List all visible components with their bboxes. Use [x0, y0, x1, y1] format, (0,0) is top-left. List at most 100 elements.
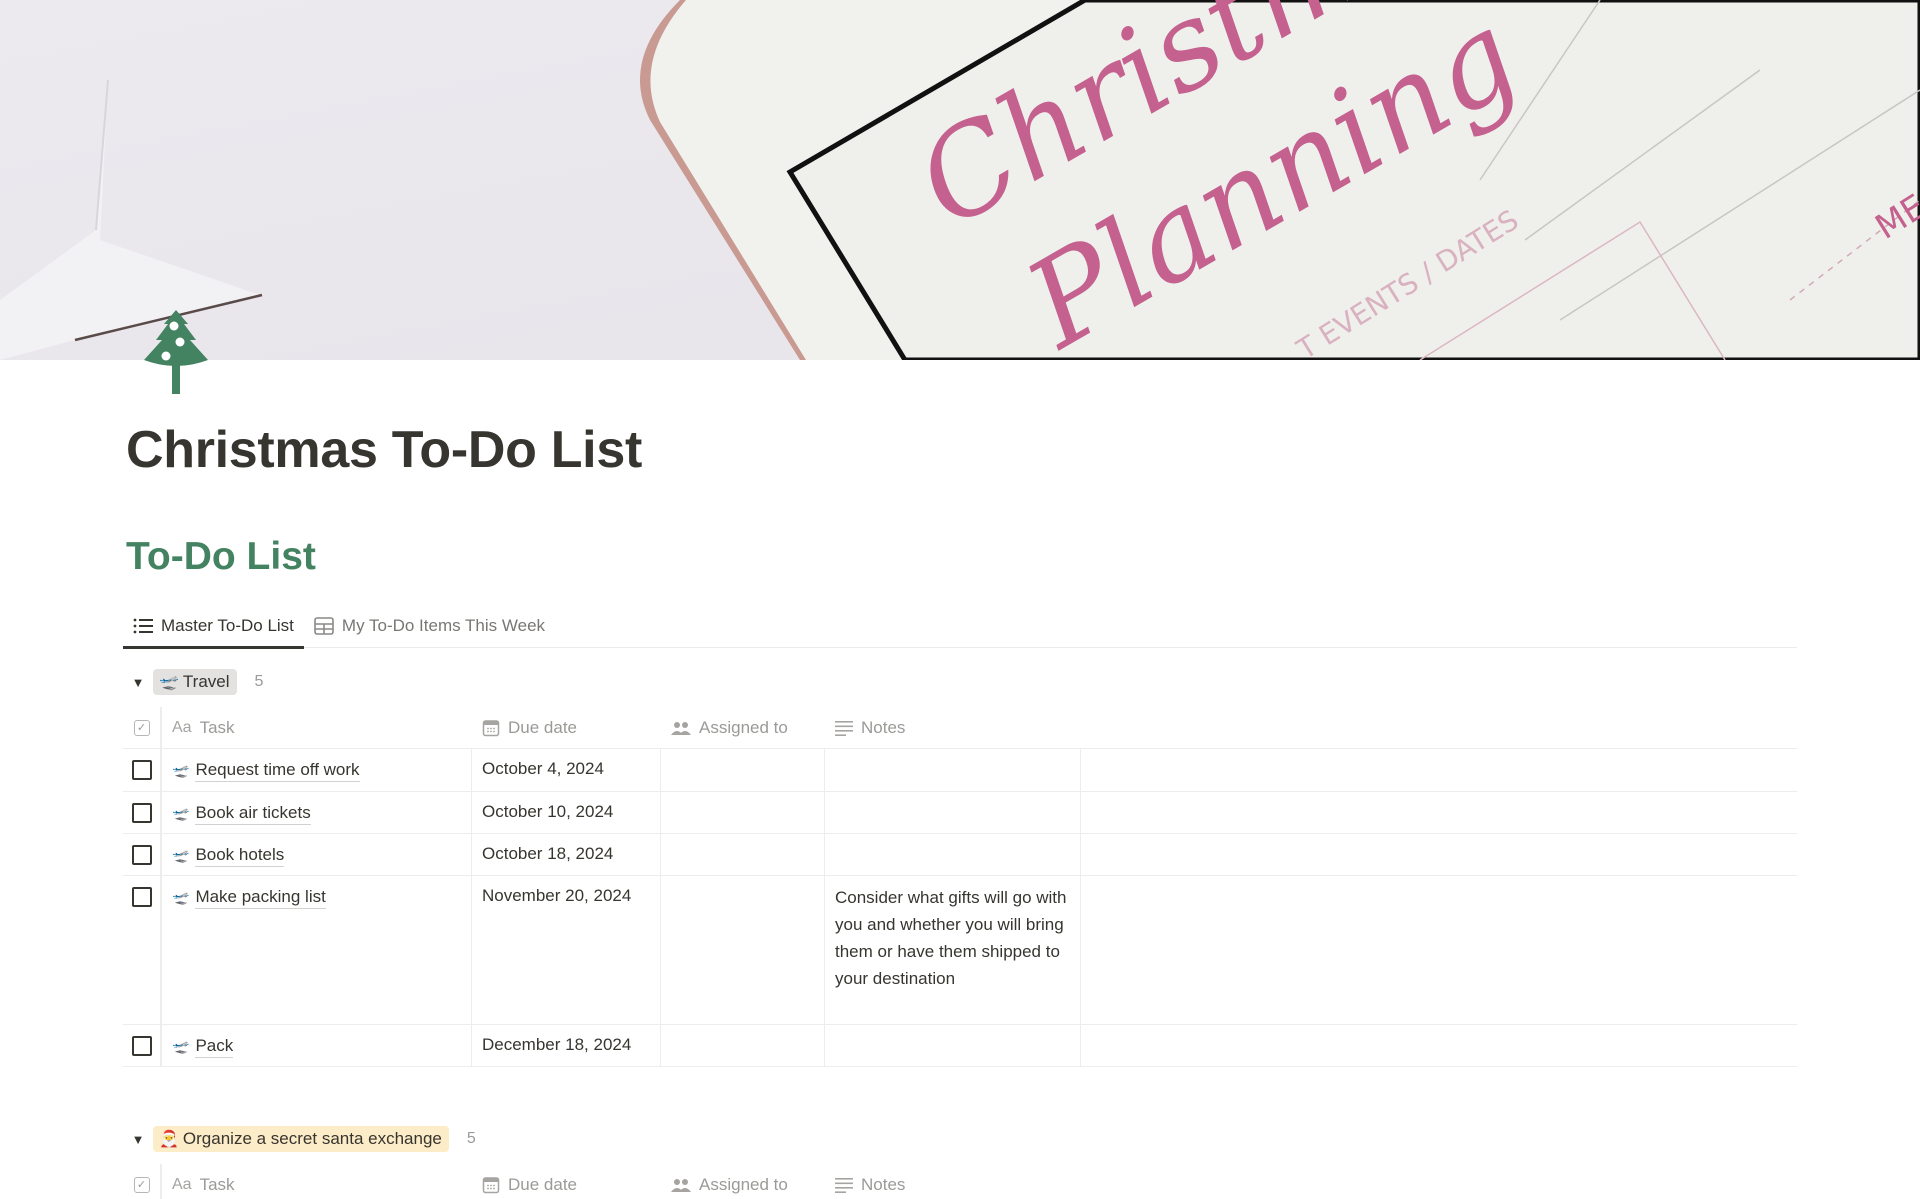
- page-title: Christmas To-Do List: [126, 421, 642, 479]
- people-icon: [671, 1177, 691, 1193]
- header-checkbox-column[interactable]: ✓: [123, 1164, 162, 1199]
- collapse-toggle-icon[interactable]: ▼: [123, 1124, 153, 1154]
- group-header: ▼ 🎅 Organize a secret santa exchange 5: [123, 1121, 1797, 1157]
- group-travel: ▼ 🛫 Travel 5 ✓ Aa Task Due date Assigned …: [123, 664, 1797, 1067]
- tab-master-to-do-list[interactable]: Master To-Do List: [123, 604, 304, 649]
- due-date-cell[interactable]: November 20, 2024: [472, 876, 661, 1024]
- header-notes[interactable]: Notes: [825, 707, 1081, 748]
- header-task[interactable]: Aa Task: [162, 707, 472, 748]
- cover-image: T EVENTS / DATES ME Christm Planning: [0, 0, 1920, 360]
- header-due-date[interactable]: Due date: [472, 707, 661, 748]
- task-name[interactable]: Book air tickets: [195, 802, 311, 825]
- row-spacer: [1081, 876, 1797, 1024]
- header-assigned-to[interactable]: Assigned to: [661, 1164, 825, 1199]
- due-date-cell[interactable]: October 4, 2024: [472, 749, 661, 791]
- people-icon: [671, 720, 691, 736]
- notes-cell[interactable]: [825, 792, 1081, 833]
- collapse-toggle-icon[interactable]: ▼: [123, 667, 153, 697]
- assigned-cell[interactable]: [661, 792, 825, 833]
- row-spacer: [1081, 834, 1797, 875]
- cover-illustration: T EVENTS / DATES ME Christm Planning: [0, 0, 1920, 360]
- header-spacer: [1081, 1164, 1797, 1199]
- group-tag[interactable]: 🎅 Organize a secret santa exchange: [153, 1126, 449, 1152]
- row-spacer: [1081, 749, 1797, 791]
- text-property-icon: Aa: [172, 718, 192, 736]
- notes-cell[interactable]: Consider what gifts will go with you and…: [825, 876, 1081, 1024]
- tab-label: Master To-Do List: [161, 616, 294, 635]
- column-label: Assigned to: [699, 1174, 788, 1194]
- done-checkbox[interactable]: [131, 845, 152, 865]
- checkbox-icon: ✓: [133, 1176, 150, 1193]
- assigned-cell[interactable]: [661, 1025, 825, 1066]
- checkbox-cell: [123, 749, 162, 791]
- column-label: Notes: [861, 1175, 906, 1194]
- tab-my-to-do-items-this-week[interactable]: My To-Do Items This Week: [304, 604, 555, 648]
- due-date-cell[interactable]: October 18, 2024: [472, 834, 661, 875]
- row-spacer: [1081, 1025, 1797, 1066]
- task-table: ✓ Aa Task Due date Assigned to Notes: [123, 1164, 1797, 1199]
- due-date-cell[interactable]: October 10, 2024: [472, 792, 661, 833]
- airplane-icon: 🛫: [172, 1038, 190, 1054]
- task-name[interactable]: Book hotels: [195, 844, 285, 867]
- list-icon: [133, 617, 153, 635]
- group-count: 5: [466, 1130, 476, 1147]
- section-heading: To-Do List: [126, 535, 316, 578]
- task-name[interactable]: Pack: [195, 1035, 234, 1058]
- santa-icon: 🎅: [159, 1131, 179, 1148]
- airplane-icon: 🛫: [172, 805, 190, 821]
- airplane-icon: 🛫: [172, 847, 190, 863]
- notes-cell[interactable]: [825, 834, 1081, 875]
- group-name: Travel: [182, 672, 230, 691]
- task-cell[interactable]: 🛫 Pack: [162, 1025, 472, 1066]
- group-count: 5: [254, 673, 264, 690]
- task-name[interactable]: Request time off work: [195, 759, 360, 782]
- table-row[interactable]: 🛫 Book air tickets October 10, 2024: [123, 792, 1797, 834]
- notes-cell[interactable]: [825, 1025, 1081, 1066]
- header-checkbox-column[interactable]: ✓: [123, 707, 162, 748]
- assigned-cell[interactable]: [661, 876, 825, 1024]
- airplane-icon: 🛫: [172, 762, 190, 778]
- column-label: Due date: [508, 1174, 577, 1194]
- assigned-cell[interactable]: [661, 749, 825, 791]
- header-spacer: [1081, 707, 1797, 748]
- checkbox-cell: [123, 792, 162, 833]
- column-label: Notes: [861, 718, 906, 737]
- done-checkbox[interactable]: [131, 887, 152, 907]
- due-date-cell[interactable]: December 18, 2024: [472, 1025, 661, 1066]
- header-due-date[interactable]: Due date: [472, 1164, 661, 1199]
- task-cell[interactable]: 🛫 Make packing list: [162, 876, 472, 1024]
- checkbox-cell: [123, 834, 162, 875]
- group-header: ▼ 🛫 Travel 5: [123, 664, 1797, 700]
- done-checkbox[interactable]: [131, 760, 152, 780]
- column-label: Assigned to: [699, 717, 788, 737]
- christmas-tree-icon[interactable]: [140, 310, 212, 394]
- group-name: Organize a secret santa exchange: [182, 1129, 442, 1148]
- header-notes[interactable]: Notes: [825, 1164, 1081, 1199]
- task-cell[interactable]: 🛫 Book air tickets: [162, 792, 472, 833]
- header-assigned-to[interactable]: Assigned to: [661, 707, 825, 748]
- column-label: Due date: [508, 717, 577, 737]
- calendar-icon: [482, 1176, 500, 1194]
- column-label: Task: [199, 717, 235, 737]
- assigned-cell[interactable]: [661, 834, 825, 875]
- table-header-row: ✓ Aa Task Due date Assigned to Notes: [123, 1164, 1797, 1199]
- group-secret-santa: ▼ 🎅 Organize a secret santa exchange 5 ✓…: [123, 1121, 1797, 1199]
- table-icon: [314, 617, 334, 635]
- notes-cell[interactable]: [825, 749, 1081, 791]
- checkbox-cell: [123, 876, 162, 1024]
- table-row[interactable]: 🛫 Pack December 18, 2024: [123, 1025, 1797, 1067]
- header-task[interactable]: Aa Task: [162, 1164, 472, 1199]
- task-cell[interactable]: 🛫 Request time off work: [162, 749, 472, 791]
- task-name[interactable]: Make packing list: [195, 886, 326, 909]
- group-tag[interactable]: 🛫 Travel: [153, 669, 237, 695]
- task-table: ✓ Aa Task Due date Assigned to Notes 🛫 Req…: [123, 707, 1797, 1067]
- text-property-icon: Aa: [172, 1175, 192, 1193]
- table-row[interactable]: 🛫 Book hotels October 18, 2024: [123, 834, 1797, 876]
- task-cell[interactable]: 🛫 Book hotels: [162, 834, 472, 875]
- row-spacer: [1081, 792, 1797, 833]
- done-checkbox[interactable]: [131, 1036, 152, 1056]
- table-row[interactable]: 🛫 Request time off work October 4, 2024: [123, 749, 1797, 792]
- table-row[interactable]: 🛫 Make packing list November 20, 2024 Con…: [123, 876, 1797, 1025]
- table-header-row: ✓ Aa Task Due date Assigned to Notes: [123, 707, 1797, 749]
- done-checkbox[interactable]: [131, 803, 152, 823]
